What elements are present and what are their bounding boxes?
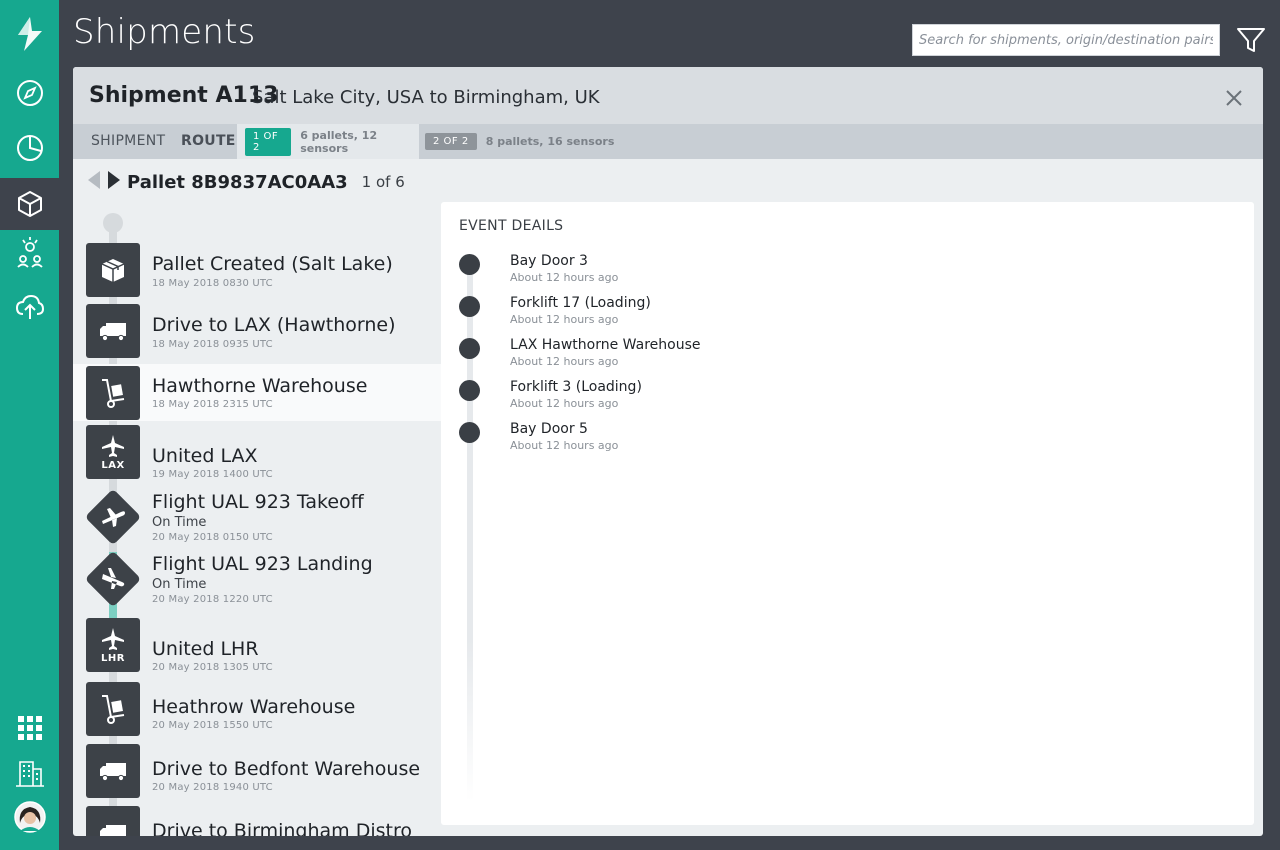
tab-route[interactable]: ROUTE: [181, 124, 236, 159]
timeline-event-name: Pallet Created (Salt Lake): [152, 253, 393, 275]
timeline-item[interactable]: Flight UAL 923 Takeoff On Time 20 May 20…: [73, 487, 441, 549]
airport-icon: LHR: [86, 618, 140, 672]
event-item[interactable]: Forklift 17 (Loading) About 12 hours ago: [441, 294, 1041, 334]
sensor-network-icon[interactable]: [0, 226, 59, 278]
event-item[interactable]: LAX Hawthorne Warehouse About 12 hours a…: [441, 336, 1041, 376]
shipment-panel: Shipment A113 Salt Lake City, USA to Bir…: [73, 67, 1263, 836]
avatar[interactable]: [0, 791, 59, 843]
event-name: Forklift 17 (Loading): [510, 295, 651, 311]
prev-pallet-icon[interactable]: [87, 170, 101, 194]
event-dot: [459, 296, 480, 317]
truck-icon: [86, 744, 140, 798]
segment-1-tab[interactable]: 1 OF 2 6 pallets, 12 sensors: [237, 124, 419, 159]
timeline-event-time: 20 May 2018 0150 UTC: [152, 532, 273, 543]
pie-chart-icon[interactable]: [0, 122, 59, 174]
leaf-logo-icon[interactable]: [0, 8, 59, 60]
route-timeline: Pallet Created (Salt Lake) 18 May 2018 0…: [73, 202, 441, 836]
timeline-event-status: On Time: [152, 515, 207, 530]
search-input[interactable]: [912, 24, 1220, 56]
hand-truck-icon: [86, 366, 140, 420]
timeline-event-name: United LHR: [152, 638, 259, 660]
timeline-event-time: 20 May 2018 1940 UTC: [152, 782, 273, 793]
timeline-item[interactable]: LHR United LHR 20 May 2018 1305 UTC: [73, 617, 441, 677]
timeline-event-time: 20 May 2018 1220 UTC: [152, 594, 273, 605]
timeline-event-name: Drive to Birmingham Distro: [152, 820, 412, 836]
timeline-event-time: 20 May 2018 1305 UTC: [152, 662, 273, 673]
segment-badge: 2 OF 2: [425, 133, 477, 150]
event-time: About 12 hours ago: [510, 271, 619, 284]
timeline-event-time: 20 May 2018 1550 UTC: [152, 720, 273, 731]
airport-code: LAX: [101, 459, 125, 471]
event-dot: [459, 422, 480, 443]
compass-icon[interactable]: [0, 67, 59, 119]
timeline-item[interactable]: LAX United LAX 19 May 2018 1400 UTC: [73, 424, 441, 484]
event-dot: [459, 380, 480, 401]
next-pallet-icon[interactable]: [107, 170, 121, 194]
timeline-event-time: 18 May 2018 2315 UTC: [152, 399, 273, 410]
event-name: LAX Hawthorne Warehouse: [510, 337, 701, 353]
cloud-upload-icon[interactable]: [0, 281, 59, 333]
event-details-card: EVENT DEAILS Bay Door 3 About 12 hours a…: [441, 202, 1254, 825]
truck-icon: [86, 304, 140, 358]
timeline-event-time: 18 May 2018 0935 UTC: [152, 339, 273, 350]
shipment-route: Salt Lake City, USA to Birmingham, UK: [252, 87, 600, 108]
filter-icon[interactable]: [1236, 26, 1266, 54]
timeline-event-status: On Time: [152, 577, 207, 592]
event-item[interactable]: Forklift 3 (Loading) About 12 hours ago: [441, 378, 1041, 418]
airport-code: LHR: [101, 652, 125, 664]
event-name: Forklift 3 (Loading): [510, 379, 642, 395]
timeline-event-time: 18 May 2018 0830 UTC: [152, 278, 273, 289]
segment-note: 6 pallets, 12 sensors: [300, 128, 378, 155]
event-name: Bay Door 5: [510, 421, 588, 437]
event-details-title: EVENT DEAILS: [459, 218, 564, 234]
plane-landing-icon: [84, 550, 142, 608]
event-name: Bay Door 3: [510, 253, 588, 269]
side-nav: [0, 0, 59, 850]
timeline-event-name: Heathrow Warehouse: [152, 696, 356, 718]
event-dot: [459, 254, 480, 275]
box-icon: [86, 243, 140, 297]
timeline-event-name: Hawthorne Warehouse: [152, 375, 368, 397]
event-time: About 12 hours ago: [510, 397, 619, 410]
event-time: About 12 hours ago: [510, 313, 619, 326]
timeline-item[interactable]: Drive to Birmingham Distro: [73, 806, 441, 836]
event-dot: [459, 338, 480, 359]
timeline-event-name: Flight UAL 923 Landing: [152, 553, 373, 575]
timeline-item-selected[interactable]: Hawthorne Warehouse 18 May 2018 2315 UTC: [73, 364, 441, 421]
shipment-title: Shipment A113: [89, 83, 279, 108]
page-title: Shipments: [73, 12, 256, 52]
timeline-item[interactable]: Pallet Created (Salt Lake) 18 May 2018 0…: [73, 238, 441, 298]
timeline-event-time: 19 May 2018 1400 UTC: [152, 469, 273, 480]
segment-badge: 1 OF 2: [245, 127, 292, 156]
timeline-item[interactable]: Drive to LAX (Hawthorne) 18 May 2018 093…: [73, 299, 441, 359]
timeline-item[interactable]: Flight UAL 923 Landing On Time 20 May 20…: [73, 549, 441, 611]
tab-bar: SHIPMENT ROUTE 1 OF 2 6 pallets, 12 sens…: [73, 124, 1263, 159]
timeline-start-dot: [103, 213, 123, 233]
pallet-nav: Pallet 8B9837AC0AA3 1 of 6: [87, 170, 405, 194]
timeline-event-name: Flight UAL 923 Takeoff: [152, 491, 364, 513]
pallet-id: Pallet 8B9837AC0AA3: [127, 171, 348, 193]
timeline-item[interactable]: Heathrow Warehouse 20 May 2018 1550 UTC: [73, 682, 441, 742]
timeline-item[interactable]: Drive to Bedfont Warehouse 20 May 2018 1…: [73, 744, 441, 804]
timeline-event-name: Drive to LAX (Hawthorne): [152, 314, 396, 336]
event-item[interactable]: Bay Door 5 About 12 hours ago: [441, 420, 1041, 460]
hand-truck-icon: [86, 682, 140, 736]
segment-note: 8 pallets, 16 sensors: [485, 135, 615, 148]
event-item[interactable]: Bay Door 3 About 12 hours ago: [441, 252, 1041, 292]
truck-icon: [86, 806, 140, 836]
box-icon[interactable]: [0, 178, 59, 230]
pallet-position: 1 of 6: [361, 173, 405, 191]
airport-icon: LAX: [86, 425, 140, 479]
event-time: About 12 hours ago: [510, 439, 619, 452]
timeline-event-name: United LAX: [152, 445, 258, 467]
shipment-header: Shipment A113 Salt Lake City, USA to Bir…: [73, 67, 1263, 124]
plane-takeoff-icon: [84, 488, 142, 546]
tab-shipment[interactable]: SHIPMENT: [91, 124, 165, 159]
timeline-event-name: Drive to Bedfont Warehouse: [152, 758, 421, 780]
close-icon[interactable]: [1223, 87, 1245, 109]
segment-2-tab[interactable]: 2 OF 2 8 pallets, 16 sensors: [417, 124, 624, 159]
event-time: About 12 hours ago: [510, 355, 619, 368]
